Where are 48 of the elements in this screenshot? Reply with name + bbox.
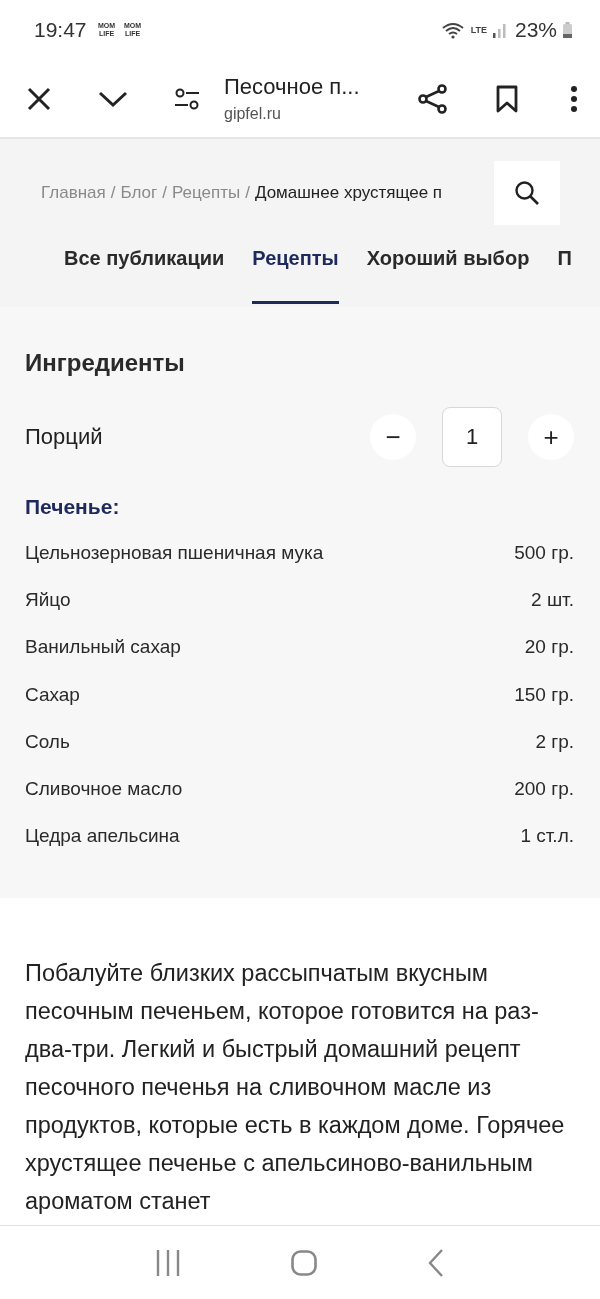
ingredient-amount: 20 гр. xyxy=(524,636,574,659)
sliders-icon[interactable] xyxy=(174,87,200,110)
description-paragraph: Побалуйте близких рассыпчатым вкусным песочным печеньем, которое готовится на раз-два-три. Легкий и быстрый домашний рецепт песочного печенья на сливочном масле из продуктов, которые есть в каждом доме. Горячее хрустящее печенье с апельсиново-ванильным ароматом станет xyxy=(25,959,566,1217)
bookmark-icon[interactable] xyxy=(496,84,518,113)
ingredient-name: Соль xyxy=(25,730,70,753)
ingredient-name: Сахар xyxy=(25,683,80,706)
breadcrumb-separator: / xyxy=(162,183,167,203)
ingredient-amount: 150 гр. xyxy=(514,683,574,706)
share-icon[interactable] xyxy=(418,83,448,114)
search-icon xyxy=(514,180,540,206)
recent-apps-icon[interactable] xyxy=(155,1247,181,1278)
increase-button[interactable]: + xyxy=(528,414,574,460)
ingredient-name: Цельнозерновая пшеничная мука xyxy=(25,541,324,564)
home-icon[interactable] xyxy=(291,1249,317,1276)
search-button[interactable] xyxy=(494,161,560,225)
section-title: Ингредиенты xyxy=(25,349,186,377)
ingredient-name: Ванильный сахар xyxy=(25,636,181,659)
ingredient-amount: 500 гр. xyxy=(514,541,574,564)
back-icon[interactable] xyxy=(427,1247,445,1278)
tab[interactable]: Рецепты xyxy=(252,235,339,304)
tab[interactable]: Хороший выбор xyxy=(366,235,530,304)
close-icon[interactable] xyxy=(26,85,52,112)
chevron-down-icon[interactable] xyxy=(98,89,128,108)
network-label: LTE xyxy=(470,25,487,35)
tab[interactable]: П xyxy=(557,235,572,304)
tab[interactable]: Все публикации xyxy=(64,235,225,304)
ingredient-name: Сливочное масло xyxy=(25,778,183,801)
breadcrumb-separator: / xyxy=(245,183,250,203)
page-title: Песочное п... xyxy=(224,74,361,100)
clock-time: 19:47 xyxy=(34,18,87,42)
ingredient-amount: 1 ст.л. xyxy=(520,825,574,848)
page-domain: gipfel.ru xyxy=(224,105,282,123)
ingredient-name: Цедра апельсина xyxy=(25,825,180,848)
breadcrumb-separator: / xyxy=(110,183,116,203)
servings-label: Порций xyxy=(25,424,103,450)
breadcrumb-current: Домашнее хрустящее п xyxy=(254,183,443,203)
servings-field[interactable]: 1 xyxy=(442,407,502,467)
decrease-button[interactable]: − xyxy=(370,414,416,460)
ingredient-amount: 200 гр. xyxy=(514,778,574,801)
group-heading: Печенье: xyxy=(25,495,121,519)
ingredient-amount: 2 шт. xyxy=(531,588,574,611)
wifi-icon xyxy=(440,21,465,39)
more-options-icon[interactable] xyxy=(570,85,578,112)
signal-icon xyxy=(492,22,507,38)
battery-icon xyxy=(563,22,572,38)
battery-percentage: 23% xyxy=(514,18,557,42)
ingredient-name: Яйцо xyxy=(25,588,71,611)
ingredient-amount: 2 гр. xyxy=(535,730,574,753)
